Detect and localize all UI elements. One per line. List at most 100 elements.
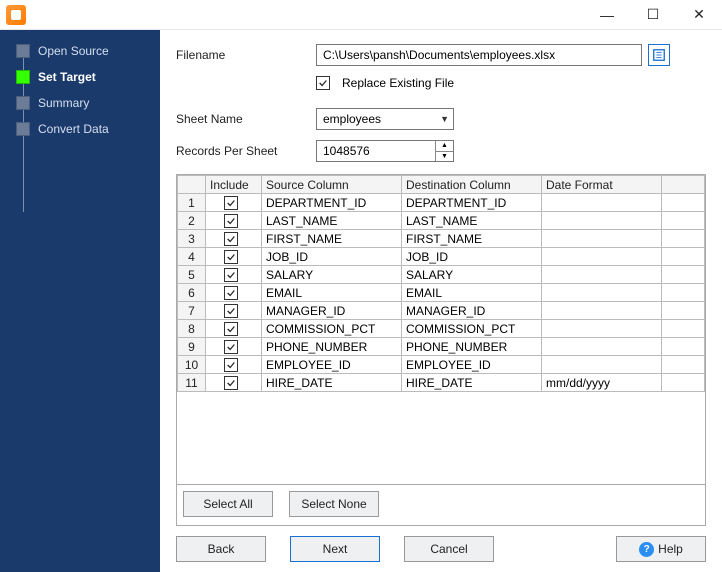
minimize-button[interactable]: — [584,0,630,30]
header-include[interactable]: Include [206,176,262,194]
title-bar: — ☐ ✕ [0,0,722,30]
destination-column-cell[interactable]: EMAIL [402,284,542,302]
date-format-cell[interactable] [542,302,662,320]
row-number[interactable]: 9 [178,338,206,356]
include-checkbox[interactable] [224,286,238,300]
maximize-button[interactable]: ☐ [630,0,676,30]
filename-input[interactable] [316,44,642,66]
source-column-cell[interactable]: JOB_ID [262,248,402,266]
header-date[interactable]: Date Format [542,176,662,194]
date-format-cell[interactable]: mm/dd/yyyy [542,374,662,392]
sidebar-item-summary[interactable]: Summary [0,90,160,116]
table-row[interactable]: 2 LAST_NAMELAST_NAME [178,212,705,230]
include-checkbox[interactable] [224,232,238,246]
row-number[interactable]: 5 [178,266,206,284]
help-button[interactable]: ? Help [616,536,706,562]
cell-spacer [662,302,705,320]
source-column-cell[interactable]: EMAIL [262,284,402,302]
cell-spacer [662,248,705,266]
table-row[interactable]: 9 PHONE_NUMBERPHONE_NUMBER [178,338,705,356]
table-row[interactable]: 7 MANAGER_IDMANAGER_ID [178,302,705,320]
include-checkbox[interactable] [224,376,238,390]
destination-column-cell[interactable]: JOB_ID [402,248,542,266]
sidebar-item-convert-data[interactable]: Convert Data [0,116,160,142]
table-row[interactable]: 4 JOB_IDJOB_ID [178,248,705,266]
row-number[interactable]: 7 [178,302,206,320]
row-number[interactable]: 3 [178,230,206,248]
arrow-up-icon[interactable]: ▲ [436,141,453,152]
include-checkbox[interactable] [224,304,238,318]
include-checkbox[interactable] [224,340,238,354]
cell-spacer [662,212,705,230]
table-row[interactable]: 11HIRE_DATEHIRE_DATEmm/dd/yyyy [178,374,705,392]
app-icon [6,5,26,25]
records-per-sheet-spinner[interactable]: 1048576 ▲ ▼ [316,140,454,162]
row-number[interactable]: 6 [178,284,206,302]
source-column-cell[interactable]: HIRE_DATE [262,374,402,392]
replace-existing-label: Replace Existing File [342,76,454,90]
destination-column-cell[interactable]: FIRST_NAME [402,230,542,248]
date-format-cell[interactable] [542,338,662,356]
destination-column-cell[interactable]: COMMISSION_PCT [402,320,542,338]
source-column-cell[interactable]: COMMISSION_PCT [262,320,402,338]
row-number[interactable]: 10 [178,356,206,374]
row-number[interactable]: 11 [178,374,206,392]
row-number[interactable]: 2 [178,212,206,230]
include-checkbox[interactable] [224,268,238,282]
date-format-cell[interactable] [542,248,662,266]
date-format-cell[interactable] [542,212,662,230]
include-checkbox[interactable] [224,196,238,210]
sidebar-item-open-source[interactable]: Open Source [0,38,160,64]
table-row[interactable]: 1 DEPARTMENT_IDDEPARTMENT_ID [178,194,705,212]
step-marker-icon [16,44,30,58]
destination-column-cell[interactable]: DEPARTMENT_ID [402,194,542,212]
destination-column-cell[interactable]: HIRE_DATE [402,374,542,392]
destination-column-cell[interactable]: PHONE_NUMBER [402,338,542,356]
include-checkbox[interactable] [224,214,238,228]
date-format-cell[interactable] [542,320,662,338]
arrow-down-icon[interactable]: ▼ [436,152,453,162]
source-column-cell[interactable]: MANAGER_ID [262,302,402,320]
table-row[interactable]: 8 COMMISSION_PCTCOMMISSION_PCT [178,320,705,338]
table-row[interactable]: 10 EMPLOYEE_IDEMPLOYEE_ID [178,356,705,374]
date-format-cell[interactable] [542,266,662,284]
document-icon [652,48,666,62]
table-row[interactable]: 5 SALARYSALARY [178,266,705,284]
wizard-sidebar: Open Source Set Target Summary Convert D… [0,30,160,572]
source-column-cell[interactable]: FIRST_NAME [262,230,402,248]
destination-column-cell[interactable]: LAST_NAME [402,212,542,230]
date-format-cell[interactable] [542,194,662,212]
source-column-cell[interactable]: LAST_NAME [262,212,402,230]
select-none-button[interactable]: Select None [289,491,379,517]
row-number[interactable]: 4 [178,248,206,266]
destination-column-cell[interactable]: MANAGER_ID [402,302,542,320]
include-checkbox[interactable] [224,322,238,336]
date-format-cell[interactable] [542,356,662,374]
sidebar-item-set-target[interactable]: Set Target [0,64,160,90]
date-format-cell[interactable] [542,284,662,302]
table-row[interactable]: 6 EMAILEMAIL [178,284,705,302]
replace-existing-checkbox[interactable] [316,76,330,90]
sheet-name-combobox[interactable]: employees ▼ [316,108,454,130]
back-button[interactable]: Back [176,536,266,562]
include-checkbox[interactable] [224,250,238,264]
source-column-cell[interactable]: SALARY [262,266,402,284]
destination-column-cell[interactable]: SALARY [402,266,542,284]
select-all-button[interactable]: Select All [183,491,273,517]
spinner-arrows[interactable]: ▲ ▼ [435,141,453,161]
header-source[interactable]: Source Column [262,176,402,194]
include-checkbox[interactable] [224,358,238,372]
date-format-cell[interactable] [542,230,662,248]
destination-column-cell[interactable]: EMPLOYEE_ID [402,356,542,374]
header-dest[interactable]: Destination Column [402,176,542,194]
next-button[interactable]: Next [290,536,380,562]
cancel-button[interactable]: Cancel [404,536,494,562]
close-button[interactable]: ✕ [676,0,722,30]
row-number[interactable]: 1 [178,194,206,212]
row-number[interactable]: 8 [178,320,206,338]
source-column-cell[interactable]: EMPLOYEE_ID [262,356,402,374]
source-column-cell[interactable]: PHONE_NUMBER [262,338,402,356]
table-row[interactable]: 3 FIRST_NAMEFIRST_NAME [178,230,705,248]
source-column-cell[interactable]: DEPARTMENT_ID [262,194,402,212]
browse-button[interactable] [648,44,670,66]
